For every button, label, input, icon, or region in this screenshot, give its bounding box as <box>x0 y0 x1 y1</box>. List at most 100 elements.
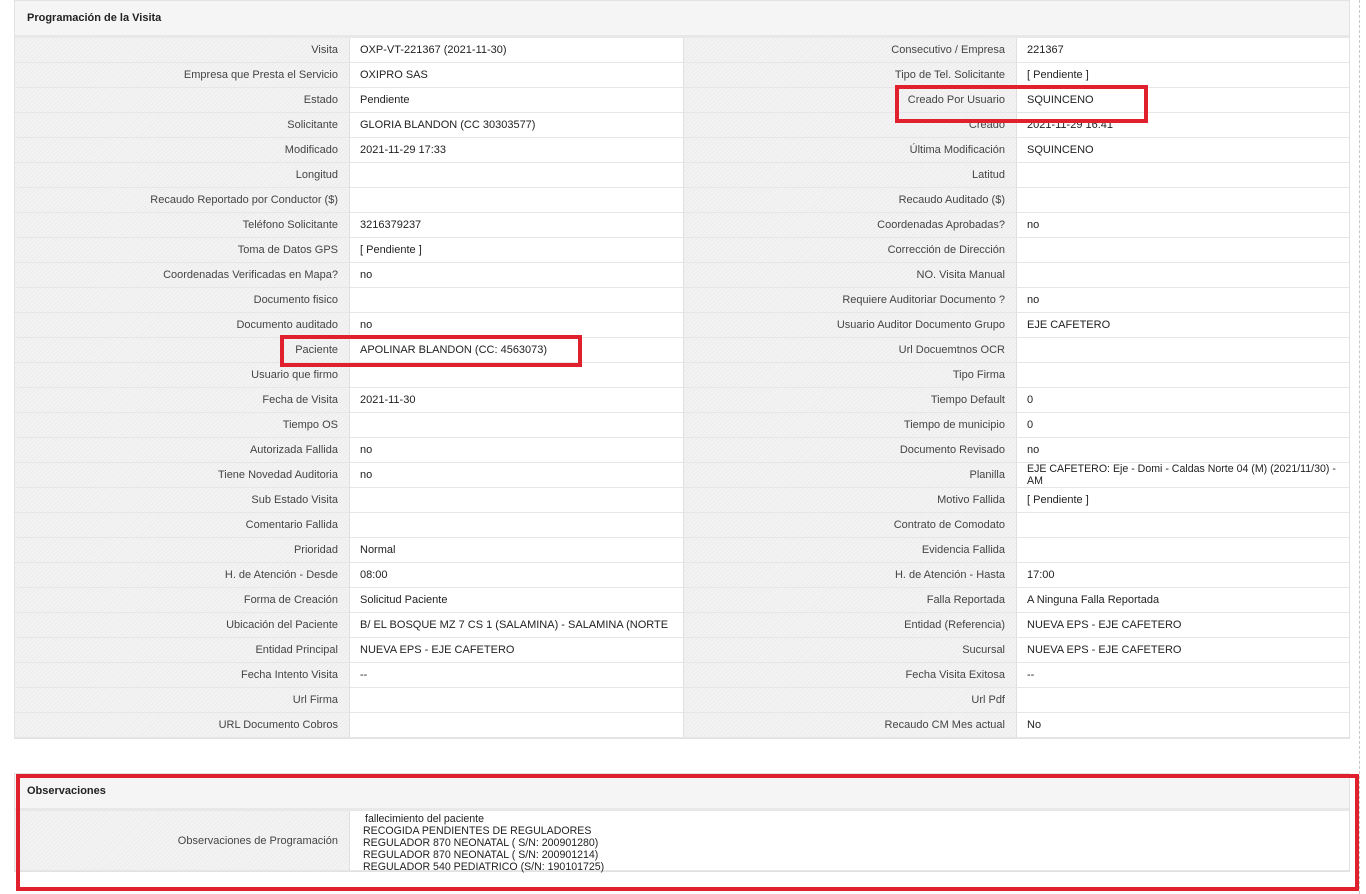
h-de-atencion-hasta-value: 17:00 <box>1016 563 1349 588</box>
sub-estado-visita-value <box>349 488 683 513</box>
observation-line: RECOGIDA PENDIENTES DE REGULADORES <box>363 825 592 837</box>
table-row: Longitud Latitud <box>15 163 1349 188</box>
h-de-atencion-hasta-label: H. de Atención - Hasta <box>683 563 1016 588</box>
table-row: Comentario Fallida Contrato de Comodato <box>15 513 1349 538</box>
table-row: Modificado 2021-11-29 17:33 Última Modific… <box>15 138 1349 163</box>
longitud-label: Longitud <box>15 163 349 188</box>
paciente-label: Paciente <box>15 338 349 363</box>
consecutivo-empresa-value: 221367 <box>1016 38 1349 63</box>
table-row: Estado Pendiente Creado Por Usuario SQUINCE… <box>15 88 1349 113</box>
visit-details-table: Visita OXP-VT-221367 (2021-11-30) Consecut… <box>15 38 1349 738</box>
tiempo-de-municipio-value: 0 <box>1016 413 1349 438</box>
table-row: H. de Atención - Desde 08:00 H. de Atenció… <box>15 563 1349 588</box>
visita-label: Visita <box>15 38 349 63</box>
recaudo-auditado-label: Recaudo Auditado ($) <box>683 188 1016 213</box>
url-firma-value <box>349 688 683 713</box>
forma-de-creacion-value: Solicitud Paciente <box>349 588 683 613</box>
no-visita-manual-value <box>1016 263 1349 288</box>
table-row: Sub Estado Visita Motivo Fallida[ Pendien… <box>15 488 1349 513</box>
prioridad-label: Prioridad <box>15 538 349 563</box>
table-row: Ubicación del Paciente B/ EL BOSQUE MZ 7 … <box>15 613 1349 638</box>
table-row: Coordenadas Verificadas en Mapa? no NO. V… <box>15 263 1349 288</box>
page-edge-divider <box>1359 0 1360 894</box>
latitud-label: Latitud <box>683 163 1016 188</box>
url-pdf-label: Url Pdf <box>683 688 1016 713</box>
fecha-visita-exitosa-value: -- <box>1016 663 1349 688</box>
observations-panel: Observaciones Observaciones de Programac… <box>14 773 1350 873</box>
visit-schedule-panel: Programación de la Visita Visita OXP-VT-2… <box>14 0 1350 739</box>
latitud-value <box>1016 163 1349 188</box>
sucursal-value: NUEVA EPS - EJE CAFETERO <box>1016 638 1349 663</box>
requiere-auditoriar-documento-label: Requiere Auditoriar Documento ? <box>683 288 1016 313</box>
fecha-intento-visita-value: -- <box>349 663 683 688</box>
ultima-modificacion-value: SQUINCENO <box>1016 138 1349 163</box>
entidad-referencia-value: NUEVA EPS - EJE CAFETERO <box>1016 613 1349 638</box>
toma-de-datos-gps-value: [ Pendiente ] <box>349 238 683 263</box>
table-row: Tiempo OS Tiempo de municipio 0 <box>15 413 1349 438</box>
table-row: Fecha Intento Visita -- Fecha Visita Exit… <box>15 663 1349 688</box>
tiempo-os-value <box>349 413 683 438</box>
tipo-firma-value <box>1016 363 1349 388</box>
table-row: Recaudo Reportado por Conductor ($) Recau… <box>15 188 1349 213</box>
usuario-auditor-documento-grupo-label: Usuario Auditor Documento Grupo <box>683 313 1016 338</box>
sub-estado-visita-label: Sub Estado Visita <box>15 488 349 513</box>
paciente-value: APOLINAR BLANDON (CC: 4563073) <box>349 338 683 363</box>
table-row: Forma de Creación Solicitud Paciente Falla… <box>15 588 1349 613</box>
tipo-firma-label: Tipo Firma <box>683 363 1016 388</box>
solicitante-label: Solicitante <box>15 113 349 138</box>
planilla-value: EJE CAFETERO: Eje - Domi - Caldas Norte … <box>1016 463 1349 488</box>
ubicacion-del-paciente-label: Ubicación del Paciente <box>15 613 349 638</box>
telefono-solicitante-label: Teléfono Solicitante <box>15 213 349 238</box>
autorizada-fallida-label: Autorizada Fallida <box>15 438 349 463</box>
estado-value: Pendiente <box>349 88 683 113</box>
url-firma-label: Url Firma <box>15 688 349 713</box>
url-docuemtnos-ocr-value <box>1016 338 1349 363</box>
empresa-que-presta-el-servicio-value: OXIPRO SAS <box>349 63 683 88</box>
table-row: URL Documento Cobros Recaudo CM Mes actua… <box>15 713 1349 738</box>
estado-label: Estado <box>15 88 349 113</box>
documento-auditado-value: no <box>349 313 683 338</box>
ultima-modificacion-label: Última Modificación <box>683 138 1016 163</box>
tiempo-os-label: Tiempo OS <box>15 413 349 438</box>
forma-de-creacion-label: Forma de Creación <box>15 588 349 613</box>
observations-value: fallecimiento del paciente RECOGIDA PENDI… <box>349 811 1349 873</box>
observation-line: REGULADOR 870 NEONATAL ( S/N: 200901280) <box>363 837 599 849</box>
tiene-novedad-auditoria-value: no <box>349 463 683 488</box>
table-row: Usuario que firmo Tipo Firma <box>15 363 1349 388</box>
prioridad-value: Normal <box>349 538 683 563</box>
visit-panel-title: Programación de la Visita <box>15 1 1349 38</box>
recaudo-reportado-por-conductor-label: Recaudo Reportado por Conductor ($) <box>15 188 349 213</box>
url-docuemtnos-ocr-label: Url Docuemtnos OCR <box>683 338 1016 363</box>
creado-label: Creado <box>683 113 1016 138</box>
table-row: Prioridad Normal Evidencia Fallida <box>15 538 1349 563</box>
consecutivo-empresa-label: Consecutivo / Empresa <box>683 38 1016 63</box>
documento-fisico-label: Documento fisico <box>15 288 349 313</box>
tiene-novedad-auditoria-label: Tiene Novedad Auditoria <box>15 463 349 488</box>
documento-auditado-label: Documento auditado <box>15 313 349 338</box>
autorizada-fallida-value: no <box>349 438 683 463</box>
coordenadas-verificadas-en-mapa-label: Coordenadas Verificadas en Mapa? <box>15 263 349 288</box>
table-row: Visita OXP-VT-221367 (2021-11-30) Consecut… <box>15 38 1349 63</box>
recaudo-reportado-por-conductor-value <box>349 188 683 213</box>
creado-por-usuario-label: Creado Por Usuario <box>683 88 1016 113</box>
documento-fisico-value <box>349 288 683 313</box>
coordenadas-aprobadas-value: no <box>1016 213 1349 238</box>
tiempo-default-label: Tiempo Default <box>683 388 1016 413</box>
table-row: Teléfono Solicitante 3216379237 Coordenada… <box>15 213 1349 238</box>
table-row: Autorizada Fallida no Documento Revisado … <box>15 438 1349 463</box>
contrato-de-comodato-value <box>1016 513 1349 538</box>
ubicacion-del-paciente-value: B/ EL BOSQUE MZ 7 CS 1 (SALAMINA) - SALA… <box>349 613 683 638</box>
motivo-fallida-label: Motivo Fallida <box>683 488 1016 513</box>
coordenadas-aprobadas-label: Coordenadas Aprobadas? <box>683 213 1016 238</box>
fecha-visita-exitosa-label: Fecha Visita Exitosa <box>683 663 1016 688</box>
modificado-value: 2021-11-29 17:33 <box>349 138 683 163</box>
evidencia-fallida-label: Evidencia Fallida <box>683 538 1016 563</box>
no-visita-manual-label: NO. Visita Manual <box>683 263 1016 288</box>
table-row: Tiene Novedad Auditoria no Planilla EJE CA… <box>15 463 1349 488</box>
fecha-intento-visita-label: Fecha Intento Visita <box>15 663 349 688</box>
url-documento-cobros-label: URL Documento Cobros <box>15 713 349 738</box>
longitud-value <box>349 163 683 188</box>
comentario-fallida-value <box>349 513 683 538</box>
recaudo-cm-mes-actual-label: Recaudo CM Mes actual <box>683 713 1016 738</box>
table-row: Url Firma Url Pdf <box>15 688 1349 713</box>
